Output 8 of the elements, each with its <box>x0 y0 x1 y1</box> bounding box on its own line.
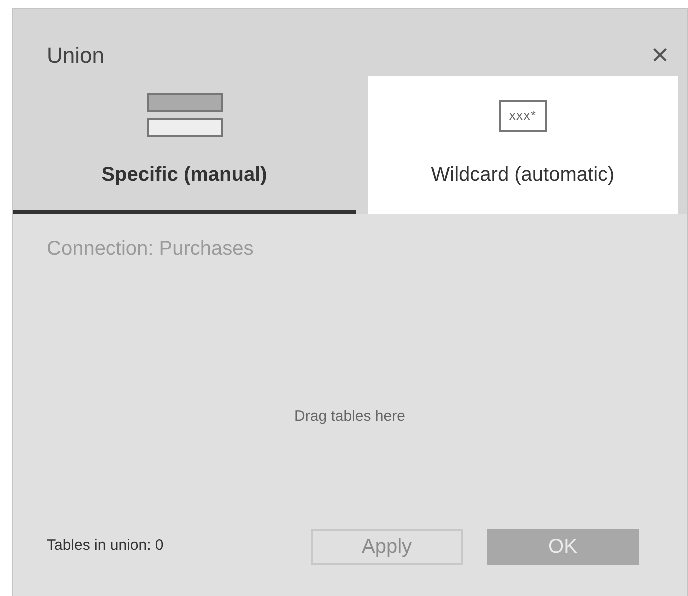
union-count: Tables in union: 0 <box>47 536 164 556</box>
tab[interactable]: Specific (manual) <box>13 76 356 214</box>
drop-hint: Drag tables here <box>294 407 406 427</box>
dialog-title: Union <box>47 42 104 70</box>
connection-label: Connection: Purchases <box>47 237 255 262</box>
close-button[interactable]: × <box>651 40 669 70</box>
stacked-rows-icon <box>146 92 222 140</box>
tab[interactable]: xxx* Wildcard (automatic) <box>368 76 678 214</box>
